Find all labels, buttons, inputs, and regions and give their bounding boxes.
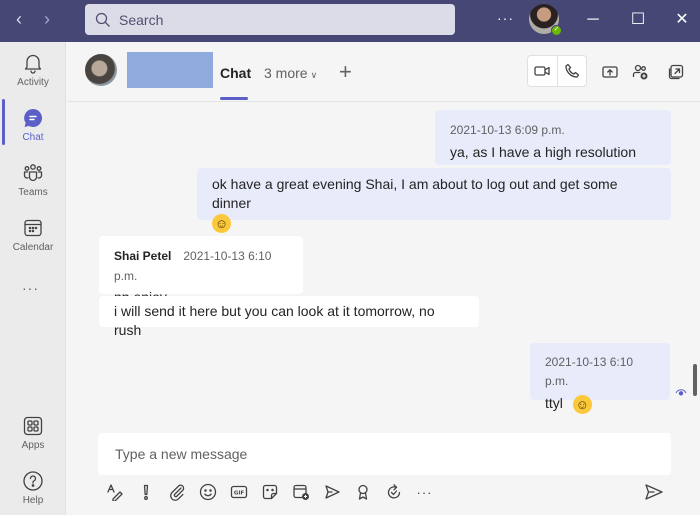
- sticker-icon: [262, 484, 277, 500]
- phone-icon: [565, 63, 580, 78]
- maximize-button[interactable]: ☐: [626, 9, 650, 33]
- stream-button[interactable]: [321, 482, 342, 503]
- tab-more-label: 3 more: [264, 65, 308, 81]
- search-placeholder: Search: [119, 11, 164, 28]
- sticker-button[interactable]: [259, 482, 280, 503]
- sidebar-item-label: Calendar: [12, 242, 54, 253]
- paperclip-icon: [169, 484, 184, 501]
- back-button[interactable]: ‹: [9, 8, 29, 32]
- message-bubble[interactable]: ok have a great evening Shai, I am about…: [197, 168, 671, 233]
- attach-button[interactable]: [166, 482, 187, 503]
- share-screen-button[interactable]: [599, 61, 621, 83]
- tab-more-dropdown[interactable]: 3 more ∨: [264, 65, 317, 81]
- schedule-meeting-button[interactable]: [290, 482, 311, 503]
- compose-message-input[interactable]: Type a new message: [98, 433, 671, 475]
- title-bar: ‹ › Search ··· ✓ ─ ☐ ✕: [0, 0, 700, 42]
- exclamation-icon: [143, 484, 148, 500]
- settings-more-button[interactable]: ···: [497, 10, 514, 26]
- praise-badge-icon: [357, 484, 368, 500]
- more-options-button[interactable]: ···: [414, 482, 435, 503]
- video-camera-icon: [534, 66, 551, 76]
- wave-emoji-icon: ☺: [572, 394, 592, 414]
- sidebar-item-label: Activity: [17, 77, 49, 88]
- message-bubble[interactable]: 2021-10-13 6:10 p.m. ttyl ☺: [530, 343, 670, 414]
- compose-toolbar: GIF ···: [104, 481, 445, 503]
- sidebar-item-chat[interactable]: Chat: [0, 107, 66, 159]
- message-text: ttyl: [545, 395, 563, 411]
- chat-icon: [24, 108, 43, 127]
- add-people-icon: [632, 64, 648, 80]
- mark-important-button[interactable]: [135, 482, 156, 503]
- video-call-button[interactable]: [528, 56, 557, 86]
- more-apps-button[interactable]: ···: [22, 280, 39, 296]
- gif-button[interactable]: GIF: [228, 482, 249, 503]
- stream-icon: [324, 485, 340, 499]
- sidebar-item-label: Teams: [18, 187, 48, 198]
- sidebar-item-teams[interactable]: Teams: [0, 162, 66, 214]
- svg-text:GIF: GIF: [233, 490, 244, 496]
- help-icon: [23, 471, 43, 491]
- pop-out-button[interactable]: [665, 61, 687, 83]
- smile-emoji-icon: ☺: [212, 213, 231, 233]
- message-bubble[interactable]: Shai Petel2021-10-13 6:10 p.m. np enjoy: [99, 236, 303, 305]
- bell-icon: [24, 54, 42, 74]
- sidebar-item-label: Help: [22, 495, 44, 506]
- message-header: Shai Petel 2021-10-13 6:10 p.m.: [114, 246, 288, 286]
- read-receipt-eye-icon: [675, 389, 687, 396]
- format-icon: [106, 484, 123, 501]
- sidebar-item-activity[interactable]: Activity: [0, 52, 66, 104]
- apps-icon: [23, 416, 43, 436]
- message-text: i will send it here but you can look at …: [114, 303, 435, 338]
- search-input[interactable]: Search: [85, 4, 455, 35]
- chat-header: Chat 3 more ∨ +: [67, 42, 700, 102]
- close-button[interactable]: ✕: [670, 9, 694, 33]
- message-timestamp: 2021-10-13 6:10 p.m.: [545, 355, 634, 388]
- profile-avatar[interactable]: ✓: [529, 4, 562, 36]
- message-scrollbar[interactable]: [693, 364, 697, 396]
- contact-name-redacted: [127, 52, 213, 88]
- loop-icon: [387, 484, 400, 499]
- calendar-icon: [24, 219, 42, 237]
- sidebar-item-calendar[interactable]: Calendar: [0, 217, 66, 269]
- emoji-icon: [199, 483, 216, 501]
- message-timestamp: 2021-10-13 6:09 p.m.: [450, 123, 565, 137]
- praise-button[interactable]: [352, 482, 373, 503]
- app-bar: Activity Chat Teams Calendar ··· Apps He…: [0, 42, 66, 515]
- message-sender: Shai Petel: [114, 249, 172, 263]
- contact-avatar[interactable]: [85, 54, 117, 86]
- message-text: ok have a great evening Shai, I am about…: [212, 176, 618, 211]
- pop-out-icon: [668, 64, 684, 80]
- share-screen-icon: [602, 66, 618, 78]
- presence-available-icon: ✓: [551, 25, 562, 36]
- schedule-meeting-icon: [292, 484, 309, 500]
- sidebar-item-label: Chat: [22, 132, 44, 143]
- minimize-button[interactable]: ─: [581, 9, 605, 33]
- format-button[interactable]: [104, 482, 125, 503]
- message-bubble[interactable]: 2021-10-13 6:09 p.m. ya, as I have a hig…: [435, 110, 671, 179]
- teams-icon: [23, 164, 43, 182]
- call-button-group: [527, 55, 587, 87]
- add-people-button[interactable]: [629, 61, 651, 83]
- gif-icon: GIF: [230, 485, 247, 499]
- sidebar-item-apps[interactable]: Apps: [0, 415, 66, 467]
- add-tab-button[interactable]: +: [339, 59, 352, 85]
- message-bubble[interactable]: i will send it here but you can look at …: [99, 296, 479, 338]
- compose-placeholder: Type a new message: [115, 446, 248, 462]
- message-list: 2021-10-13 6:09 p.m. ya, as I have a hig…: [67, 103, 700, 428]
- chevron-down-icon: ∨: [310, 70, 318, 80]
- search-icon: [95, 12, 110, 27]
- sidebar-item-help[interactable]: Help: [0, 470, 66, 515]
- sidebar-item-label: Apps: [21, 440, 45, 451]
- send-icon: [645, 484, 663, 500]
- forward-button[interactable]: ›: [37, 8, 57, 32]
- active-tab-indicator: [220, 97, 248, 100]
- send-button[interactable]: [643, 481, 665, 503]
- emoji-button[interactable]: [197, 482, 218, 503]
- tab-chat[interactable]: Chat: [220, 65, 251, 81]
- audio-call-button[interactable]: [556, 56, 586, 86]
- loop-button[interactable]: [383, 482, 404, 503]
